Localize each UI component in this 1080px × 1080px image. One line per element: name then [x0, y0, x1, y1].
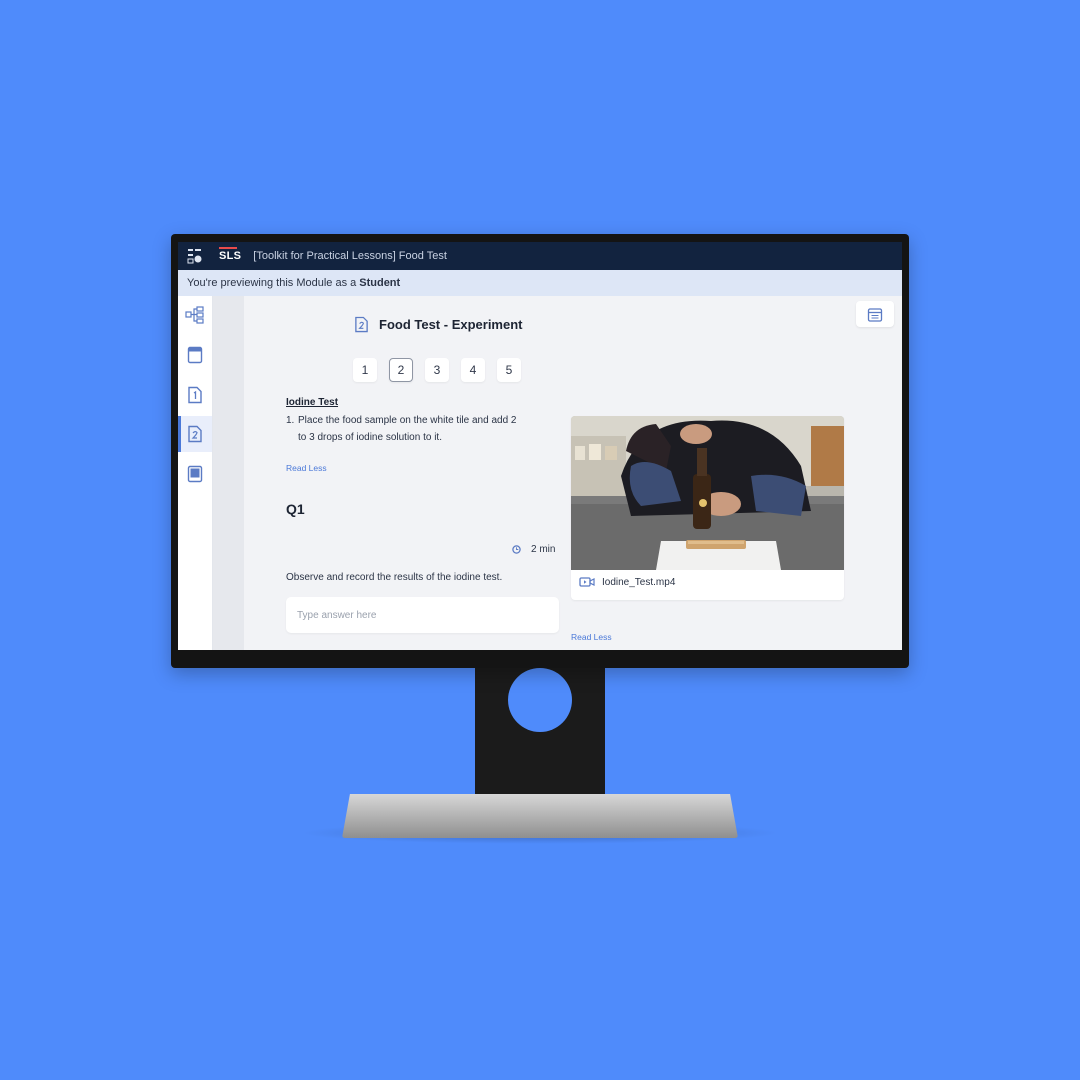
video-icon [579, 577, 595, 587]
left-rail [178, 296, 213, 650]
calendar-icon [867, 307, 883, 322]
page-button-5[interactable]: 5 [497, 358, 521, 382]
step-text-line-2: to 3 drops of iodine solution to it. [298, 432, 442, 443]
monitor: SLS [Toolkit for Practical Lessons] Food… [171, 234, 909, 668]
screen: SLS [Toolkit for Practical Lessons] Food… [178, 242, 902, 650]
preview-banner: You're previewing this Module as a Stude… [178, 270, 902, 296]
step-number: 1. [286, 415, 295, 426]
content-subtitle: Iodine Test [286, 397, 339, 408]
stand-cable-hole [508, 668, 572, 732]
time-estimate: 2 min [531, 544, 556, 555]
clock-icon [512, 545, 521, 554]
page-1-icon [188, 386, 202, 404]
calendar-button[interactable] [856, 301, 894, 327]
rail-item-page-1[interactable] [178, 377, 212, 413]
book-icon [187, 465, 203, 483]
video-thumbnail[interactable] [571, 416, 844, 570]
monitor-stand-neck [475, 668, 605, 808]
read-less-link[interactable]: Read Less [286, 463, 327, 473]
instruction-step: 1. Place the food sample on the white til… [286, 412, 556, 446]
question-timer: 2 min [512, 544, 555, 555]
page-button-3[interactable]: 3 [425, 358, 449, 382]
top-bar: SLS [Toolkit for Practical Lessons] Food… [178, 242, 902, 270]
module-title: [Toolkit for Practical Lessons] Food Tes… [253, 250, 447, 262]
rail-item-page-2[interactable] [178, 416, 212, 452]
video-caption: Iodine_Test.mp4 [579, 576, 675, 588]
answer-input[interactable]: Type answer here [286, 597, 559, 633]
page-2-icon [188, 425, 202, 443]
page-2-icon [355, 316, 368, 333]
step-text-line-1: Place the food sample on the white tile … [298, 415, 517, 426]
map-tree-icon [185, 306, 204, 324]
page-button-2[interactable]: 2 [389, 358, 413, 382]
video-card[interactable]: Iodine_Test.mp4 [571, 416, 844, 600]
rail-item-module-map[interactable] [178, 297, 212, 333]
video-filename[interactable]: Iodine_Test.mp4 [602, 577, 675, 588]
apps-menu-icon[interactable] [185, 246, 205, 266]
preview-banner-text: You're previewing this Module as a [187, 277, 357, 289]
sls-logo[interactable]: SLS [219, 247, 241, 262]
section-header: Food Test - Experiment [354, 316, 523, 333]
question-prompt: Observe and record the results of the io… [286, 572, 503, 583]
main-content: Food Test - Experiment 1 2 3 4 5 Iodine … [244, 296, 902, 650]
rail-gutter [213, 296, 244, 650]
question-label: Q1 [286, 501, 305, 517]
preview-role: Student [359, 277, 401, 289]
cover-page-icon [187, 346, 203, 364]
page-button-1[interactable]: 1 [353, 358, 377, 382]
rail-item-cover[interactable] [178, 337, 212, 373]
video-read-less-link[interactable]: Read Less [571, 632, 612, 642]
page-button-4[interactable]: 4 [461, 358, 485, 382]
section-title: Food Test - Experiment [379, 317, 523, 332]
page-pager: 1 2 3 4 5 [353, 358, 533, 382]
monitor-stand-base [342, 794, 738, 838]
rail-item-book[interactable] [178, 456, 212, 492]
